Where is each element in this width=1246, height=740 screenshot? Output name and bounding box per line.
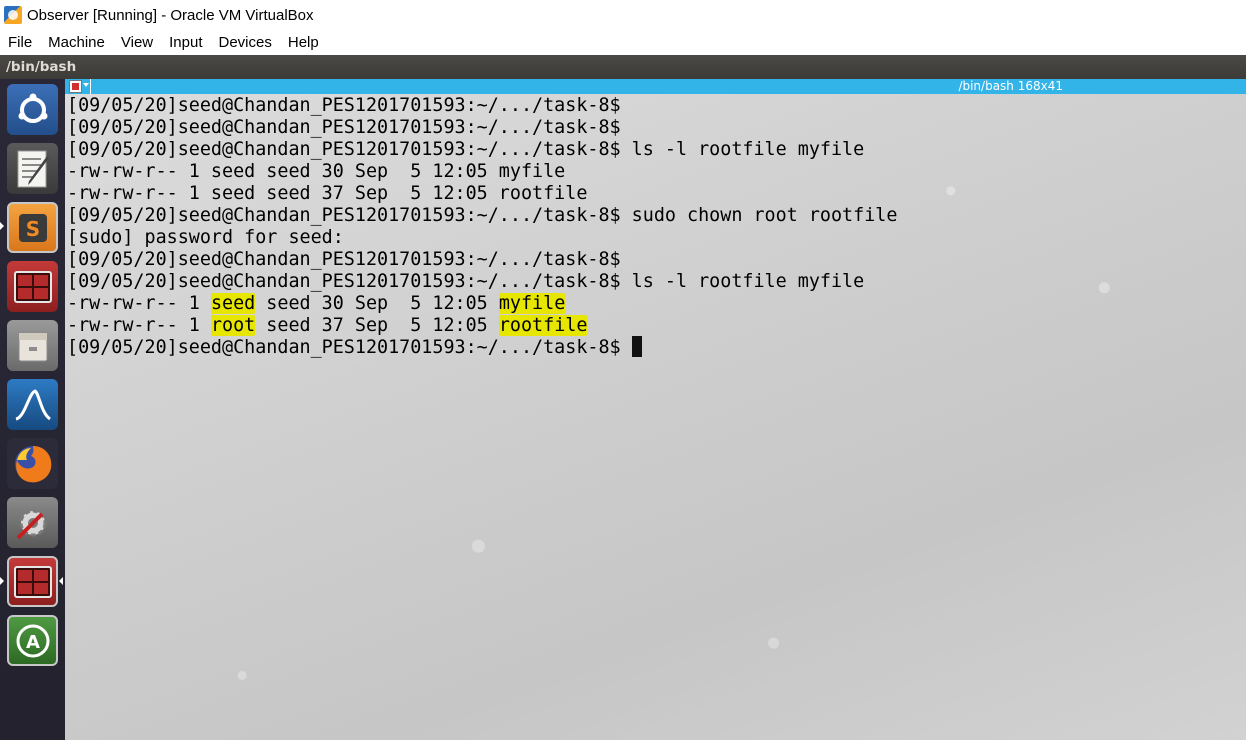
sublime-text-icon: S [18,213,47,242]
software-updater-icon: A [16,624,49,657]
system-settings-button[interactable] [7,497,58,548]
virtualbox-icon [4,6,22,24]
menu-view[interactable]: View [113,30,161,55]
terminal-titlebar: /bin/bash 168x41 [65,79,1246,94]
terminal-line: [09/05/20]seed@Chandan_PES1201701593:~/.… [67,249,621,270]
highlighted-filename: myfile [498,293,566,314]
firefox-icon [14,445,51,482]
titlebar-separator [90,79,91,94]
terminal-line-highlighted: -rw-rw-r-- 1 seed seed 30 Sep 5 12:05 my… [67,293,897,315]
shell-prompt: [09/05/20]seed@Chandan_PES1201701593:~/.… [67,337,632,358]
terminal-line: [09/05/20]seed@Chandan_PES1201701593:~/.… [67,95,621,116]
terminal-line: [09/05/20]seed@Chandan_PES1201701593:~/.… [67,205,898,226]
menu-devices[interactable]: Devices [211,30,280,55]
terminal-prompt-line[interactable]: [09/05/20]seed@Chandan_PES1201701593:~/.… [67,336,897,359]
terminal-icon [13,270,52,303]
svg-text:A: A [26,632,40,653]
listing-perms: -rw-rw-r-- 1 [67,293,211,314]
listing-details: seed 30 Sep 5 12:05 [255,293,499,314]
text-editor-icon [17,150,49,187]
launcher-running-indicator [0,577,4,585]
terminal-output: [09/05/20]seed@Chandan_PES1201701593:~/.… [67,95,897,359]
window-titlebar: Observer [Running] - Oracle VM VirtualBo… [0,0,1246,30]
highlighted-owner: root [210,315,256,336]
terminal-icon [13,565,52,598]
terminal-line-highlighted: -rw-rw-r-- 1 root seed 37 Sep 5 12:05 ro… [67,315,897,337]
active-window-title: /bin/bash [6,59,77,75]
terminal-size-label: /bin/bash 168x41 [958,79,1063,93]
window-title: Observer [Running] - Oracle VM VirtualBo… [27,6,314,24]
text-cursor [631,336,642,357]
launcher-running-indicator [0,222,4,230]
ubuntu-dash-icon [18,93,47,123]
wireshark-button[interactable] [7,379,58,430]
menu-file[interactable]: File [0,30,40,55]
terminal-line: [sudo] password for seed: [67,227,344,248]
terminal-line: [09/05/20]seed@Chandan_PES1201701593:~/.… [67,117,621,138]
guest-top-panel: /bin/bash [0,55,1246,79]
dropdown-arrow-icon[interactable] [83,83,89,87]
terminal-launcher-button[interactable] [7,261,58,312]
launcher-focused-indicator [59,577,63,585]
svg-text:S: S [25,217,39,241]
menu-machine[interactable]: Machine [40,30,113,55]
listing-perms: -rw-rw-r-- 1 [67,315,211,336]
menu-input[interactable]: Input [161,30,210,55]
launcher: S A [0,79,65,740]
terminal-area[interactable]: [09/05/20]seed@Chandan_PES1201701593:~/.… [65,94,1246,740]
system-settings-icon [16,509,46,539]
sublime-text-button[interactable]: S [7,202,58,253]
wireshark-icon [14,388,51,420]
terminal-active-button[interactable] [7,556,58,607]
firefox-button[interactable] [7,438,58,489]
terminal-line: -rw-rw-r-- 1 seed seed 37 Sep 5 12:05 ro… [67,183,588,204]
menubar: File Machine View Input Devices Help [0,30,1246,55]
terminal-line: -rw-rw-r-- 1 seed seed 30 Sep 5 12:05 my… [67,161,566,182]
terminal-line: [09/05/20]seed@Chandan_PES1201701593:~/.… [67,271,865,292]
terminal-line: [09/05/20]seed@Chandan_PES1201701593:~/.… [67,139,865,160]
terminal-menu-icon[interactable] [69,80,82,93]
text-editor-button[interactable] [7,143,58,194]
highlighted-filename: rootfile [498,315,588,336]
software-updater-button[interactable]: A [7,615,58,666]
highlighted-owner: seed [210,293,256,314]
file-manager-button[interactable] [7,320,58,371]
ubuntu-dash-button[interactable] [7,84,58,135]
menu-help[interactable]: Help [280,30,327,55]
file-manager-icon [18,332,47,361]
listing-details: seed 37 Sep 5 12:05 [255,315,499,336]
